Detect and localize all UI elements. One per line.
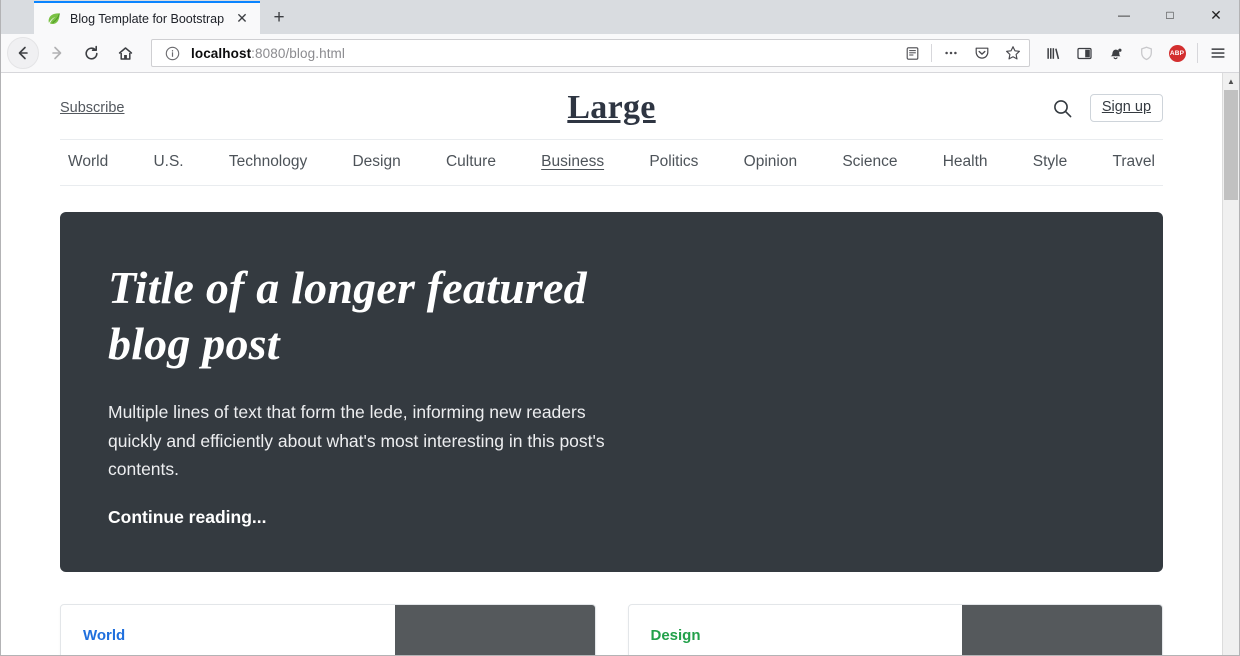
nav-item-design[interactable]: Design bbox=[352, 153, 400, 171]
page-container: Subscribe Large Sign up World U.S. Techn… bbox=[59, 73, 1164, 655]
nav-item-travel[interactable]: Travel bbox=[1112, 153, 1155, 171]
page-actions-ellipsis-icon[interactable] bbox=[939, 41, 963, 65]
sidebar-icon[interactable] bbox=[1069, 38, 1099, 68]
masthead-left: Subscribe bbox=[60, 100, 567, 116]
masthead-right: Sign up bbox=[656, 93, 1164, 123]
toolbar-divider bbox=[931, 44, 932, 62]
post-card-row: World Featured post Design Post title bbox=[60, 604, 1163, 655]
browser-tab-active[interactable]: Blog Template for Bootstrap ✕ bbox=[34, 1, 260, 34]
nav-item-science[interactable]: Science bbox=[842, 153, 897, 171]
window-close-button[interactable]: ✕ bbox=[1193, 0, 1239, 30]
scrollbar-up-arrow[interactable]: ▲ bbox=[1223, 73, 1239, 90]
adblock-plus-icon[interactable]: ABP bbox=[1162, 38, 1192, 68]
continue-reading-link[interactable]: Continue reading... bbox=[108, 507, 266, 528]
category-nav: World U.S. Technology Design Culture Bus… bbox=[60, 140, 1163, 186]
tab-title: Blog Template for Bootstrap bbox=[70, 11, 225, 26]
nav-item-politics[interactable]: Politics bbox=[649, 153, 698, 171]
signup-button[interactable]: Sign up bbox=[1089, 93, 1164, 123]
nav-item-us[interactable]: U.S. bbox=[153, 153, 183, 171]
new-tab-button[interactable]: + bbox=[260, 1, 298, 34]
nav-item-technology[interactable]: Technology bbox=[229, 153, 307, 171]
nav-item-world[interactable]: World bbox=[68, 153, 108, 171]
minimize-button[interactable]: — bbox=[1101, 0, 1147, 30]
tabstrip-spacer bbox=[1, 0, 34, 34]
leaf-favicon bbox=[46, 11, 62, 27]
bookmark-star-icon[interactable] bbox=[1001, 41, 1025, 65]
post-card[interactable]: Design Post title bbox=[627, 604, 1163, 655]
post-card-title: Featured post bbox=[83, 651, 373, 655]
post-card[interactable]: World Featured post bbox=[60, 604, 596, 655]
subscribe-link[interactable]: Subscribe bbox=[60, 100, 124, 116]
page-viewport: Subscribe Large Sign up World U.S. Techn… bbox=[1, 73, 1239, 655]
site-masthead: Subscribe Large Sign up bbox=[60, 73, 1164, 140]
browser-toolbar: localhost:8080/blog.html ABP bbox=[1, 34, 1239, 73]
url-host: localhost bbox=[191, 45, 252, 61]
library-icon[interactable] bbox=[1038, 38, 1068, 68]
site-info-icon[interactable] bbox=[160, 41, 184, 65]
forward-button[interactable] bbox=[41, 37, 73, 69]
hero-title: Title of a longer featured blog post bbox=[108, 262, 587, 370]
home-button[interactable] bbox=[109, 37, 141, 69]
url-text[interactable]: localhost:8080/blog.html bbox=[191, 46, 893, 61]
shield-icon[interactable] bbox=[1131, 38, 1161, 68]
nav-item-business[interactable]: Business bbox=[541, 153, 604, 171]
post-card-title: Post title bbox=[651, 651, 941, 655]
firefox-browser-window: Blog Template for Bootstrap ✕ + — □ ✕ lo… bbox=[0, 0, 1240, 656]
scrollbar-thumb[interactable] bbox=[1224, 90, 1238, 200]
adblock-plus-badge: ABP bbox=[1168, 44, 1186, 62]
featured-hero: Title of a longer featured blog post Mul… bbox=[60, 212, 1163, 573]
search-icon[interactable] bbox=[1052, 97, 1074, 119]
toolbar-divider-2 bbox=[1197, 43, 1198, 63]
notifications-icon[interactable] bbox=[1100, 38, 1130, 68]
reload-button[interactable] bbox=[75, 37, 107, 69]
hero-content: Title of a longer featured blog post Mul… bbox=[108, 260, 668, 528]
hero-lede: Multiple lines of text that form the led… bbox=[108, 402, 605, 479]
reader-view-icon[interactable] bbox=[900, 41, 924, 65]
post-card-body: Design Post title bbox=[629, 605, 963, 655]
tab-strip: Blog Template for Bootstrap ✕ + — □ ✕ bbox=[1, 0, 1239, 34]
nav-item-health[interactable]: Health bbox=[943, 153, 988, 171]
nav-item-opinion[interactable]: Opinion bbox=[744, 153, 797, 171]
back-button[interactable] bbox=[7, 37, 39, 69]
nav-item-culture[interactable]: Culture bbox=[446, 153, 496, 171]
nav-item-style[interactable]: Style bbox=[1033, 153, 1067, 171]
window-controls: — □ ✕ bbox=[1101, 0, 1239, 30]
app-menu-icon[interactable] bbox=[1203, 38, 1233, 68]
pocket-icon[interactable] bbox=[970, 41, 994, 65]
maximize-button[interactable]: □ bbox=[1147, 0, 1193, 30]
post-card-category: Design bbox=[650, 627, 701, 645]
toolbar-extensions: ABP bbox=[1038, 38, 1233, 68]
post-card-category: World bbox=[83, 627, 126, 645]
url-path: :8080/blog.html bbox=[251, 45, 345, 61]
post-card-thumbnail bbox=[962, 605, 1162, 655]
post-card-body: World Featured post bbox=[61, 605, 395, 655]
page-scrollbar[interactable]: ▲ bbox=[1222, 73, 1239, 655]
post-card-thumbnail bbox=[394, 605, 595, 655]
blog-page: Subscribe Large Sign up World U.S. Techn… bbox=[1, 73, 1222, 655]
tab-close-icon[interactable]: ✕ bbox=[233, 10, 251, 28]
address-bar[interactable]: localhost:8080/blog.html bbox=[151, 39, 1030, 67]
site-title[interactable]: Large bbox=[567, 91, 655, 125]
